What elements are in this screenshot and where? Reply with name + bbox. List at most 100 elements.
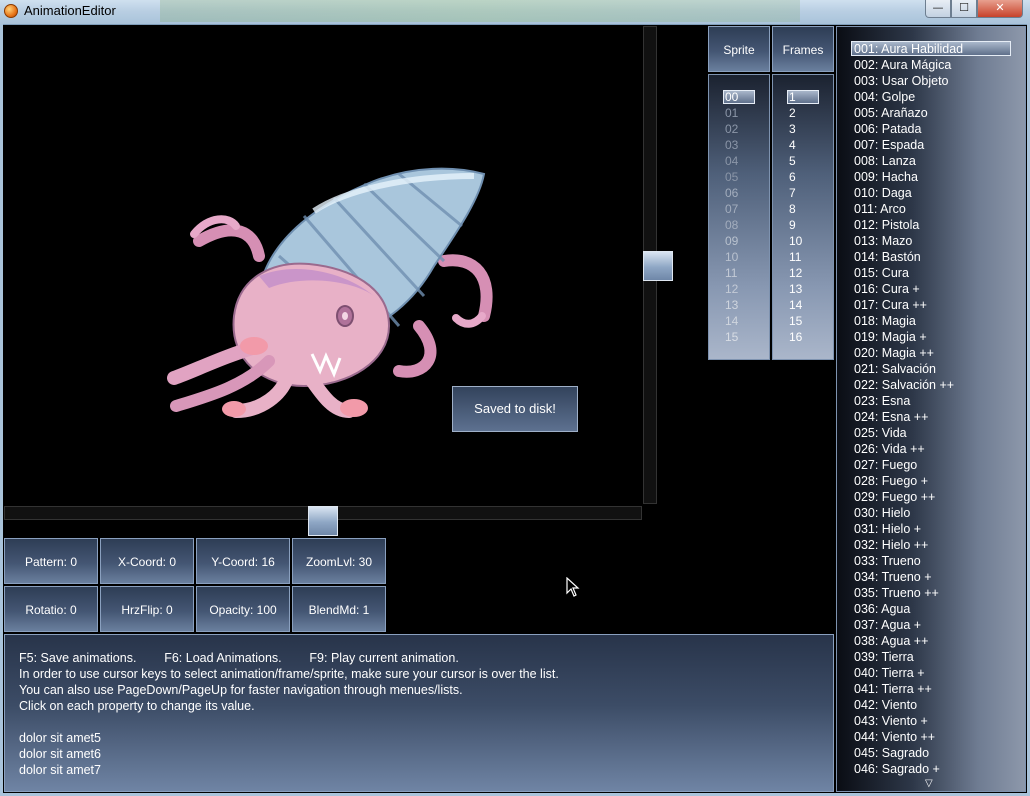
sprite-list-item[interactable]: 13 <box>725 297 738 313</box>
sprite-list-item[interactable]: 15 <box>725 329 738 345</box>
sprite-list-item[interactable]: 02 <box>725 121 738 137</box>
animation-list-item[interactable]: 014: Bastón <box>854 249 921 265</box>
sprite-list-item[interactable]: 04 <box>725 153 738 169</box>
animation-list-item[interactable]: 043: Viento + <box>854 713 928 729</box>
sprite-list-item[interactable]: 06 <box>725 185 738 201</box>
minimize-button[interactable]: — <box>925 0 951 18</box>
animation-list-item[interactable]: 001: Aura Habilidad <box>854 41 963 57</box>
sprite-list-item[interactable]: 08 <box>725 217 738 233</box>
sprite-list-item[interactable]: 07 <box>725 201 738 217</box>
animation-list-item[interactable]: 003: Usar Objeto <box>854 73 949 89</box>
sprite-list-item[interactable]: 14 <box>725 313 738 329</box>
animation-list-item[interactable]: 023: Esna <box>854 393 910 409</box>
animation-list-item[interactable]: 024: Esna ++ <box>854 409 928 425</box>
animation-list-item[interactable]: 016: Cura + <box>854 281 920 297</box>
animation-list-item[interactable]: 015: Cura <box>854 265 909 281</box>
animation-list-item[interactable]: 029: Fuego ++ <box>854 489 935 505</box>
animation-list-item[interactable]: 033: Trueno <box>854 553 921 569</box>
horizontal-flip-property-button[interactable]: HrzFlip: 0 <box>100 586 194 632</box>
animation-list-item[interactable]: 013: Mazo <box>854 233 912 249</box>
animation-list-item[interactable]: 042: Viento <box>854 697 917 713</box>
animation-list-item[interactable]: 010: Daga <box>854 185 912 201</box>
frame-list-item[interactable]: 6 <box>789 169 796 185</box>
animation-list-item[interactable]: 004: Golpe <box>854 89 915 105</box>
sprite-list[interactable]: 00 01 02 03 04 05 06 07 08 09 10 11 12 1… <box>708 74 770 360</box>
animation-list-item[interactable]: 018: Magia <box>854 313 916 329</box>
frame-list-item[interactable]: 9 <box>789 217 796 233</box>
sprite-list-item[interactable]: 12 <box>725 281 738 297</box>
canvas-horizontal-scrollbar[interactable] <box>4 506 642 536</box>
animation-list-item[interactable]: 017: Cura ++ <box>854 297 927 313</box>
frame-list-item[interactable]: 13 <box>789 281 802 297</box>
y-coord-property-button[interactable]: Y-Coord: 16 <box>196 538 290 584</box>
frame-list-item[interactable]: 4 <box>789 137 796 153</box>
sprite-column-header[interactable]: Sprite <box>708 26 770 72</box>
animation-list-item[interactable]: 038: Agua ++ <box>854 633 928 649</box>
close-button[interactable]: ✕ <box>977 0 1023 18</box>
frame-list-item[interactable]: 3 <box>789 121 796 137</box>
animation-list-item[interactable]: 019: Magia + <box>854 329 927 345</box>
sprite-list-item[interactable]: 09 <box>725 233 738 249</box>
animation-list-item[interactable]: 037: Agua + <box>854 617 921 633</box>
x-coord-property-button[interactable]: X-Coord: 0 <box>100 538 194 584</box>
animation-list-item[interactable]: 006: Patada <box>854 121 921 137</box>
animation-list-item[interactable]: 040: Tierra + <box>854 665 925 681</box>
sprite-list-item[interactable]: 03 <box>725 137 738 153</box>
sprite-list-item[interactable]: 01 <box>725 105 738 121</box>
frame-list-item[interactable]: 5 <box>789 153 796 169</box>
vertical-scroll-thumb[interactable] <box>643 251 673 281</box>
animation-list-item[interactable]: 032: Hielo ++ <box>854 537 928 553</box>
frame-list-item[interactable]: 12 <box>789 265 802 281</box>
canvas-vertical-scrollbar[interactable] <box>643 26 673 504</box>
frame-list-item[interactable]: 11 <box>789 249 801 265</box>
sprite-list-item[interactable]: 11 <box>725 265 737 281</box>
animation-list-item[interactable]: 028: Fuego + <box>854 473 928 489</box>
animation-list-item[interactable]: 034: Trueno + <box>854 569 932 585</box>
animation-list-item[interactable]: 041: Tierra ++ <box>854 681 932 697</box>
animation-list-item[interactable]: 045: Sagrado <box>854 745 929 761</box>
animation-list-item[interactable]: 011: Arco <box>854 201 906 217</box>
chevron-down-icon[interactable]: ▽ <box>925 778 933 789</box>
animation-list-item[interactable]: 025: Vida <box>854 425 907 441</box>
frame-list-item[interactable]: 8 <box>789 201 796 217</box>
horizontal-scroll-thumb[interactable] <box>308 506 338 536</box>
frame-list-item[interactable]: 15 <box>789 313 802 329</box>
sprite-list-item[interactable]: 10 <box>725 249 738 265</box>
animation-list-item[interactable]: 005: Arañazo <box>854 105 928 121</box>
sprite-list-item[interactable]: 00 <box>725 89 738 105</box>
animation-list-item[interactable]: 002: Aura Mágica <box>854 57 951 73</box>
animation-list-item[interactable]: 007: Espada <box>854 137 924 153</box>
animation-list-item[interactable]: 035: Trueno ++ <box>854 585 939 601</box>
opacity-property-button[interactable]: Opacity: 100 <box>196 586 290 632</box>
animation-list-item[interactable]: 046: Sagrado + <box>854 761 940 777</box>
animation-list-item[interactable]: 039: Tierra <box>854 649 914 665</box>
animation-preview-canvas[interactable] <box>4 26 642 504</box>
zoom-level-property-button[interactable]: ZoomLvl: 30 <box>292 538 386 584</box>
animation-list-item[interactable]: 012: Pistola <box>854 217 919 233</box>
animation-list-item[interactable]: 030: Hielo <box>854 505 910 521</box>
blend-mode-property-button[interactable]: BlendMd: 1 <box>292 586 386 632</box>
animation-list-item[interactable]: 036: Agua <box>854 601 910 617</box>
frame-list-item[interactable]: 14 <box>789 297 802 313</box>
animation-list-item[interactable]: 009: Hacha <box>854 169 918 185</box>
maximize-button[interactable]: ☐ <box>951 0 977 18</box>
rotation-property-button[interactable]: Rotatio: 0 <box>4 586 98 632</box>
animation-list-item[interactable]: 022: Salvación ++ <box>854 377 954 393</box>
animation-list-item[interactable]: 044: Viento ++ <box>854 729 935 745</box>
frames-list[interactable]: 1 2 3 4 5 6 7 8 9 10 11 12 13 14 15 16 <box>772 74 834 360</box>
animation-list-item[interactable]: 021: Salvación <box>854 361 936 377</box>
animation-list-item[interactable]: 031: Hielo + <box>854 521 921 537</box>
animation-list[interactable]: 001: Aura Habilidad 002: Aura Mágica 003: … <box>836 26 1026 792</box>
animation-list-item[interactable]: 020: Magia ++ <box>854 345 934 361</box>
frame-list-item[interactable]: 7 <box>789 185 796 201</box>
frame-list-item[interactable]: 10 <box>789 233 802 249</box>
frames-column-header[interactable]: Frames <box>772 26 834 72</box>
pattern-property-button[interactable]: Pattern: 0 <box>4 538 98 584</box>
animation-list-item[interactable]: 027: Fuego <box>854 457 917 473</box>
frame-list-item[interactable]: 16 <box>789 329 802 345</box>
sprite-list-item[interactable]: 05 <box>725 169 738 185</box>
animation-list-item[interactable]: 026: Vida ++ <box>854 441 925 457</box>
animation-list-item[interactable]: 008: Lanza <box>854 153 916 169</box>
frame-list-item[interactable]: 2 <box>789 105 796 121</box>
frame-list-item[interactable]: 1 <box>789 89 796 105</box>
